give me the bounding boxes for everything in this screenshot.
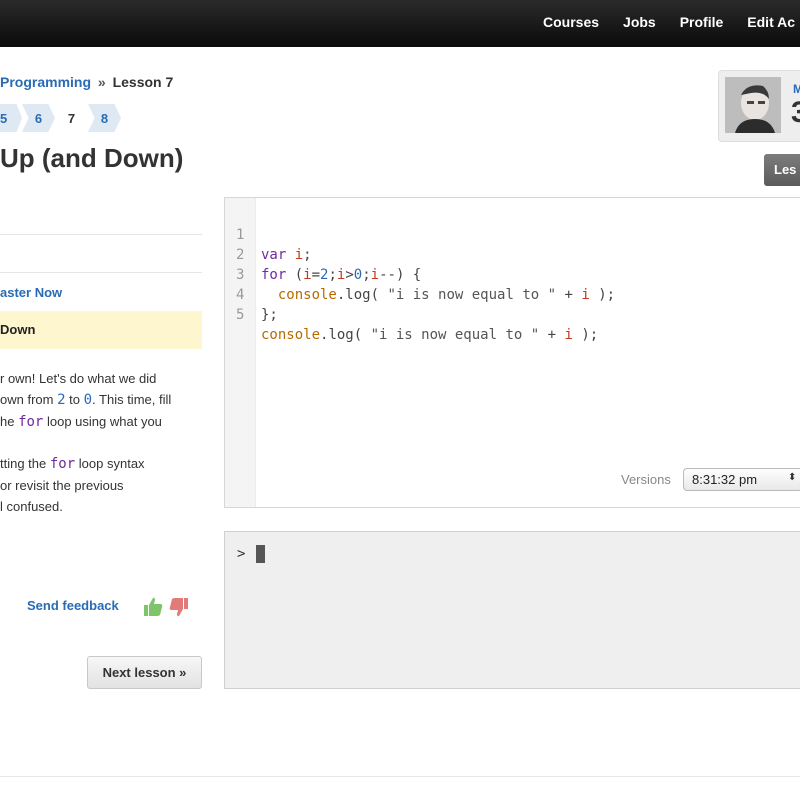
step-8[interactable]: 8 <box>88 104 121 132</box>
profile-name[interactable]: M <box>793 82 800 96</box>
divider <box>0 234 202 235</box>
instructions-text: own from <box>0 392 58 407</box>
nav-courses[interactable]: Courses <box>543 14 599 30</box>
step-6[interactable]: 6 <box>22 104 55 132</box>
top-nav: Courses Jobs Profile Edit Ac <box>543 14 800 30</box>
divider <box>0 272 202 273</box>
instructions-text: loop syntax <box>75 456 145 471</box>
inline-code-number: 2 <box>57 392 66 408</box>
next-lesson-button[interactable]: Next lesson » <box>87 656 202 689</box>
code-line-4: 4 }; <box>236 287 278 323</box>
instructions-text: r own! Let's do what we did <box>0 371 157 386</box>
master-now-link[interactable]: aster Now <box>0 285 62 300</box>
instructions-text: l confused. <box>0 499 63 514</box>
instructions-text: he <box>0 414 19 429</box>
text-cursor <box>256 545 265 563</box>
console-prompt: > <box>237 546 246 562</box>
lesson-steps: 5 6 7 8 <box>0 104 121 132</box>
console[interactable]: > <box>224 531 800 689</box>
code-line-2: 2 for (i=2;i>0;i--) { <box>236 247 422 283</box>
instructions-paragraph-1: r own! Let's do what we did own from 2 t… <box>0 368 200 433</box>
code-line-3: 3 console.log( "i is now equal to " + i … <box>236 267 616 303</box>
select-arrows-icon: ⬍ <box>788 472 797 483</box>
nav-jobs[interactable]: Jobs <box>623 14 656 30</box>
avatar[interactable] <box>725 77 781 133</box>
profile-points: 3 <box>791 96 800 129</box>
breadcrumb-course-link[interactable]: Programming <box>0 74 91 90</box>
inline-code-keyword: for <box>18 414 44 430</box>
code-editor[interactable]: 1 var i; 2 for (i=2;i>0;i--) { 3 console… <box>224 197 800 508</box>
instructions-text: to <box>65 392 84 407</box>
instructions-text: loop using what you <box>43 414 162 429</box>
nav-profile[interactable]: Profile <box>680 14 724 30</box>
divider <box>0 776 800 777</box>
avatar-image <box>725 77 781 133</box>
thumbs-up-icon[interactable] <box>142 596 164 618</box>
instructions: r own! Let's do what we did own from 2 t… <box>0 368 200 528</box>
send-feedback-link[interactable]: Send feedback <box>27 598 119 613</box>
inline-code-number: 0 <box>83 392 93 408</box>
line-number: 5 <box>236 307 245 323</box>
lesson-button[interactable]: Les <box>764 154 800 186</box>
instructions-paragraph-2: tting the for loop syntax or revisit the… <box>0 453 200 517</box>
inline-code-keyword: for <box>49 456 76 472</box>
step-7-current[interactable]: 7 <box>55 104 88 132</box>
breadcrumb-current: Lesson 7 <box>112 74 174 90</box>
top-navigation-bar: Courses Jobs Profile Edit Ac <box>0 0 800 47</box>
page-title: Up (and Down) <box>0 143 184 173</box>
nav-edit-account[interactable]: Edit Ac <box>747 14 795 30</box>
thumbs-down-icon[interactable] <box>168 596 190 618</box>
code-line-1: 1 var i; <box>236 227 312 263</box>
instructions-text: or revisit the previous <box>0 478 124 493</box>
versions-select[interactable]: 8:31:32 pm <box>683 468 800 491</box>
step-5[interactable]: 5 <box>0 104 22 132</box>
versions-label: Versions <box>621 472 671 487</box>
exercise-title: Down <box>0 311 202 349</box>
code-line-5: 5 console.log( "i is now equal to " + i … <box>236 307 599 343</box>
instructions-text: . This time, fill <box>92 392 172 407</box>
breadcrumb: Programming » Lesson 7 <box>0 74 173 90</box>
breadcrumb-separator: » <box>97 74 106 90</box>
instructions-text: tting the <box>0 456 50 471</box>
